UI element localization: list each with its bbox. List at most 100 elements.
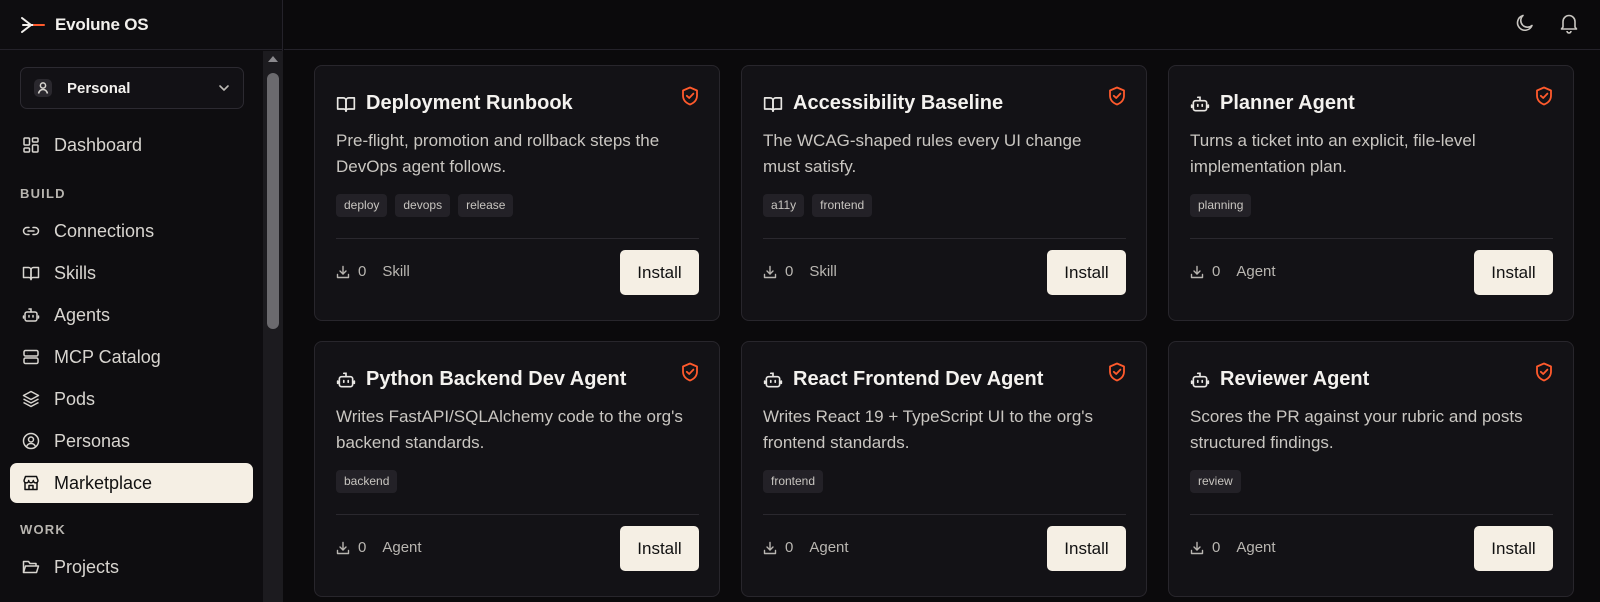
sidebar-item-label: Projects [54, 556, 120, 577]
card-meta: 0 Agent [1190, 263, 1276, 280]
bot-icon [1190, 370, 1210, 390]
sidebar-item-label: Agents [54, 304, 111, 325]
marketplace-card: Planner Agent Turns a ticket into an exp… [1168, 65, 1574, 321]
install-button[interactable]: Install [620, 526, 699, 571]
bot-icon [1190, 94, 1210, 114]
sidebar-item-agents[interactable]: Agents [10, 295, 253, 335]
app-name: Evolune OS [55, 14, 149, 34]
install-count: 0 [1212, 263, 1221, 280]
card-type: Skill [382, 263, 410, 280]
sidebar-item-personas[interactable]: Personas [10, 421, 253, 461]
card-meta: 0 Skill [763, 263, 837, 280]
bot-icon [336, 370, 356, 390]
card-title: Deployment Runbook [366, 92, 573, 114]
install-button[interactable]: Install [620, 250, 699, 295]
card-type: Agent [1236, 539, 1276, 556]
marketplace-card: React Frontend Dev Agent Writes React 19… [741, 341, 1147, 597]
card-divider [763, 514, 1126, 515]
card-divider [336, 238, 699, 239]
book-icon [336, 94, 356, 114]
tag: planning [1190, 194, 1252, 217]
card-meta: 0 Agent [1190, 539, 1276, 556]
download-icon [1190, 265, 1204, 279]
chevron-down-icon [217, 81, 231, 95]
sidebar-item-projects[interactable]: Projects [10, 547, 253, 587]
card-meta: 0 Skill [336, 263, 410, 280]
card-title: React Frontend Dev Agent [793, 368, 1044, 390]
install-button[interactable]: Install [1047, 250, 1126, 295]
card-divider [763, 238, 1126, 239]
download-icon [336, 265, 350, 279]
user-icon [33, 78, 53, 98]
marketplace-card: Accessibility Baseline The WCAG-shaped r… [741, 65, 1147, 321]
install-count: 0 [358, 263, 367, 280]
moon-icon[interactable] [1514, 12, 1536, 34]
tag: a11y [763, 194, 805, 217]
bell-icon[interactable] [1558, 12, 1580, 34]
sidebar-item-label: Personas [54, 430, 131, 451]
sidebar: Evolune OS Personal Dashboard BUILD Conn… [0, 0, 283, 602]
sidebar-item-skills[interactable]: Skills [10, 253, 253, 293]
card-tags: planning [1190, 194, 1252, 217]
tag: deploy [336, 194, 388, 217]
card-type: Skill [809, 263, 837, 280]
install-button[interactable]: Install [1474, 526, 1553, 571]
sidebar-item-pods[interactable]: Pods [10, 379, 253, 419]
install-count: 0 [358, 539, 367, 556]
scroll-up-icon[interactable] [268, 55, 278, 63]
download-icon [763, 541, 777, 555]
card-type: Agent [809, 539, 849, 556]
verified-shield-icon [1108, 362, 1126, 382]
card-divider [1190, 514, 1553, 515]
card-title: Accessibility Baseline [793, 92, 1004, 114]
tag: backend [336, 470, 398, 493]
dashboard-icon [22, 136, 40, 154]
install-button[interactable]: Install [1047, 526, 1126, 571]
sidebar-item-label: Connections [54, 220, 155, 241]
card-description: Writes React 19 + TypeScript UI to the o… [763, 407, 1094, 452]
sidebar-item-label: Skills [54, 262, 97, 283]
book-icon [763, 94, 783, 114]
card-description: Writes FastAPI/SQLAlchemy code to the or… [336, 407, 683, 452]
install-button[interactable]: Install [1474, 250, 1553, 295]
card-title: Planner Agent [1220, 92, 1355, 114]
sidebar-item-connections[interactable]: Connections [10, 211, 253, 251]
bot-icon [763, 370, 783, 390]
verified-shield-icon [681, 86, 699, 106]
sidebar-item-mcp-catalog[interactable]: MCP Catalog [10, 337, 253, 377]
card-tags: frontend [763, 470, 824, 493]
marketplace-card: Python Backend Dev Agent Writes FastAPI/… [314, 341, 720, 597]
sidebar-scrollbar[interactable] [263, 51, 283, 602]
card-description: Scores the PR against your rubric and po… [1190, 407, 1523, 452]
logo-icon [20, 16, 46, 34]
verified-shield-icon [1535, 362, 1553, 382]
install-count: 0 [1212, 539, 1221, 556]
verified-shield-icon [681, 362, 699, 382]
card-type: Agent [1236, 263, 1276, 280]
sidebar-item-dashboard[interactable]: Dashboard [10, 125, 253, 165]
tag: frontend [763, 470, 824, 493]
sidebar-item-label: Marketplace [54, 472, 153, 493]
download-icon [336, 541, 350, 555]
marketplace-grid: Deployment Runbook Pre-flight, promotion… [314, 65, 1574, 602]
sidebar-item-marketplace[interactable]: Marketplace [10, 463, 253, 503]
top-bar [284, 0, 1600, 50]
tag: frontend [812, 194, 873, 217]
brand[interactable]: Evolune OS [0, 0, 282, 50]
card-tags: backend [336, 470, 398, 493]
server-icon [22, 348, 40, 366]
workspace-label: Personal [67, 79, 131, 97]
store-icon [22, 474, 40, 492]
sidebar-nav: Personal Dashboard BUILD Connections Ski… [0, 51, 263, 602]
card-meta: 0 Agent [336, 539, 422, 556]
nav-section-work: WORK [20, 521, 66, 537]
scrollbar-thumb[interactable] [267, 73, 279, 329]
workspace-select[interactable]: Personal [20, 67, 244, 109]
user-circle-icon [22, 432, 40, 450]
marketplace-card: Reviewer Agent Scores the PR against you… [1168, 341, 1574, 597]
nav-section-build: BUILD [20, 185, 66, 201]
download-icon [1190, 541, 1204, 555]
layers-icon [22, 390, 40, 408]
verified-shield-icon [1535, 86, 1553, 106]
card-divider [336, 514, 699, 515]
